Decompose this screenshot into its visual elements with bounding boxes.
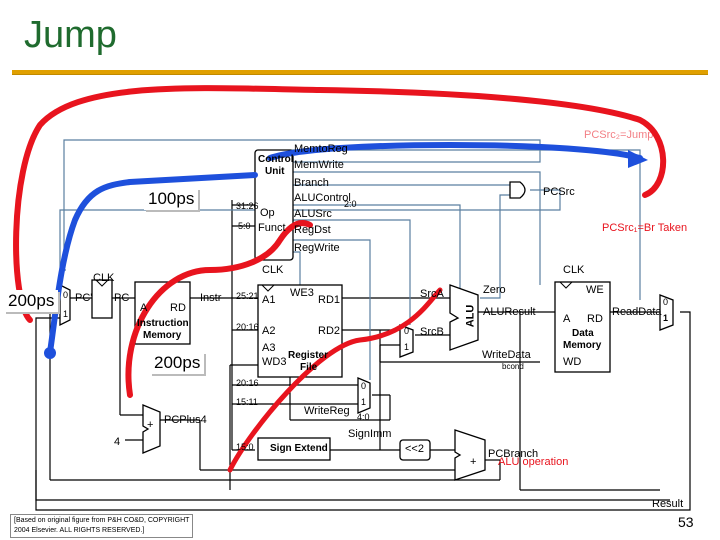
bcond-annotation: bcond — [502, 362, 524, 371]
credit-line2: 2004 Elsevier. ALL RIGHTS RESERVED.] — [14, 527, 145, 534]
slide: Jump Control Unit Op Funct MemtoReg MemW… — [0, 0, 720, 540]
rf-a2: A2 — [262, 325, 276, 337]
pcsrc-br-annotation: PCSrc₁=Br Taken — [602, 222, 688, 234]
datapath-diagram — [13, 85, 691, 511]
readdata-label: ReadData — [612, 306, 662, 318]
imem-rd-label: RD — [170, 302, 186, 314]
dm-rd: RD — [587, 313, 603, 325]
dm-a: A — [563, 313, 571, 325]
ctrl-out-memtoreg: MemtoReg — [294, 143, 348, 155]
ctrl-alucontrol-sub: 2:0 — [344, 199, 357, 209]
writereg-mux-0: 0 — [361, 381, 367, 391]
bits-25-21: 25:21 — [236, 291, 259, 301]
rf-a3: A3 — [262, 342, 276, 354]
control-funct-label: Funct — [258, 222, 286, 234]
writedata-label: WriteData — [482, 349, 531, 361]
ctrl-out-alusrc: ALUSrc — [294, 208, 332, 220]
control-unit-title2: Unit — [265, 166, 285, 177]
control-unit-title1: Control — [258, 154, 294, 165]
zero-label: Zero — [483, 284, 506, 296]
clk-label-pc: CLK — [93, 272, 115, 284]
ctrl-out-regwrite: RegWrite — [294, 242, 340, 254]
imem-name1: Instruction — [137, 318, 189, 329]
signimm-label: SignImm — [348, 428, 392, 440]
credit-line1: [Based on original figure from P&H CO&D,… — [14, 517, 190, 524]
alu-op-annotation: ALU operation — [498, 456, 569, 468]
credit-box: [Based on original figure from P&H CO&D,… — [10, 514, 194, 538]
pcsrc-label: PCSrc — [543, 186, 575, 198]
timing-tag-200ps-mid: 200ps — [150, 352, 205, 374]
bits-5-0: 5:0 — [238, 221, 251, 231]
ctrl-out-branch: Branch — [294, 177, 329, 189]
ctrl-out-regdst: RegDst — [294, 224, 331, 236]
result-mux-0: 0 — [663, 297, 669, 307]
bits-15-11: 15:11 — [236, 397, 258, 407]
bits-15-0: 15:0 — [236, 442, 254, 452]
bits-31-26: 31:26 — [236, 201, 259, 211]
rf-name1: Register — [288, 350, 329, 361]
rf-a1: A1 — [262, 294, 276, 306]
aluresult-label: ALUResult — [483, 306, 536, 318]
dm-we: WE — [586, 284, 604, 296]
srcb-mux-1: 1 — [404, 342, 410, 352]
pcbranch-adder — [454, 429, 486, 481]
rf-rd2: RD2 — [318, 325, 341, 337]
sign-extend-label: Sign Extend — [270, 443, 328, 454]
pc-prime-label: PC' — [75, 292, 93, 304]
imem-name2: Memory — [143, 330, 182, 341]
bits-20-16b: 20:16 — [236, 378, 259, 388]
four-label: 4 — [114, 436, 121, 448]
dm-name1: Data — [572, 328, 594, 339]
instr-label: Instr — [200, 292, 222, 304]
rf-we3: WE3 — [290, 287, 314, 299]
pcsrc-jump-annotation: PCSrc₂=Jump — [584, 129, 654, 141]
alu-label: ALU — [464, 304, 477, 328]
shift-label: <<2 — [405, 443, 424, 455]
imem-a-label: A — [140, 302, 148, 314]
control-op-label: Op — [260, 207, 275, 219]
writereg-sub: 4:0 — [357, 412, 370, 422]
blue-dot — [44, 347, 56, 359]
srca-label: SrcA — [420, 288, 444, 300]
clk-label-dm: CLK — [563, 264, 585, 276]
ctrl-out-memwrite: MemWrite — [294, 159, 344, 171]
timing-tag-200ps-left: 200ps — [4, 290, 59, 312]
pcplus4-label: PCPlus4 — [164, 414, 207, 426]
and-gate — [509, 181, 526, 199]
pc-mux-1: 1 — [63, 309, 69, 319]
srcb-mux-0: 0 — [404, 326, 410, 336]
dm-name2: Memory — [563, 340, 602, 351]
ctrl-out-alucontrol: ALUControl — [294, 192, 351, 204]
clk-label-rf: CLK — [262, 264, 284, 276]
bits-20-16a: 20:16 — [236, 322, 259, 332]
page-number: 53 — [678, 514, 694, 530]
pc-label: PC — [114, 292, 130, 304]
srcb-label: SrcB — [420, 326, 444, 338]
timing-tag-100ps: 100ps — [144, 188, 199, 210]
result-mux-1: 1 — [663, 313, 669, 323]
pc-mux-0: 0 — [63, 290, 69, 300]
writereg-label: WriteReg — [304, 405, 350, 417]
writereg-mux-1: 1 — [361, 397, 367, 407]
rf-name2: File — [300, 362, 318, 373]
pcplus4-plus: + — [147, 419, 154, 431]
blue-arrowhead — [628, 150, 648, 168]
rf-wd3: WD3 — [262, 356, 287, 368]
pcbranch-plus: + — [470, 456, 477, 468]
dm-wd: WD — [563, 356, 582, 368]
result-label: Result — [652, 498, 684, 510]
rf-rd1: RD1 — [318, 294, 341, 306]
